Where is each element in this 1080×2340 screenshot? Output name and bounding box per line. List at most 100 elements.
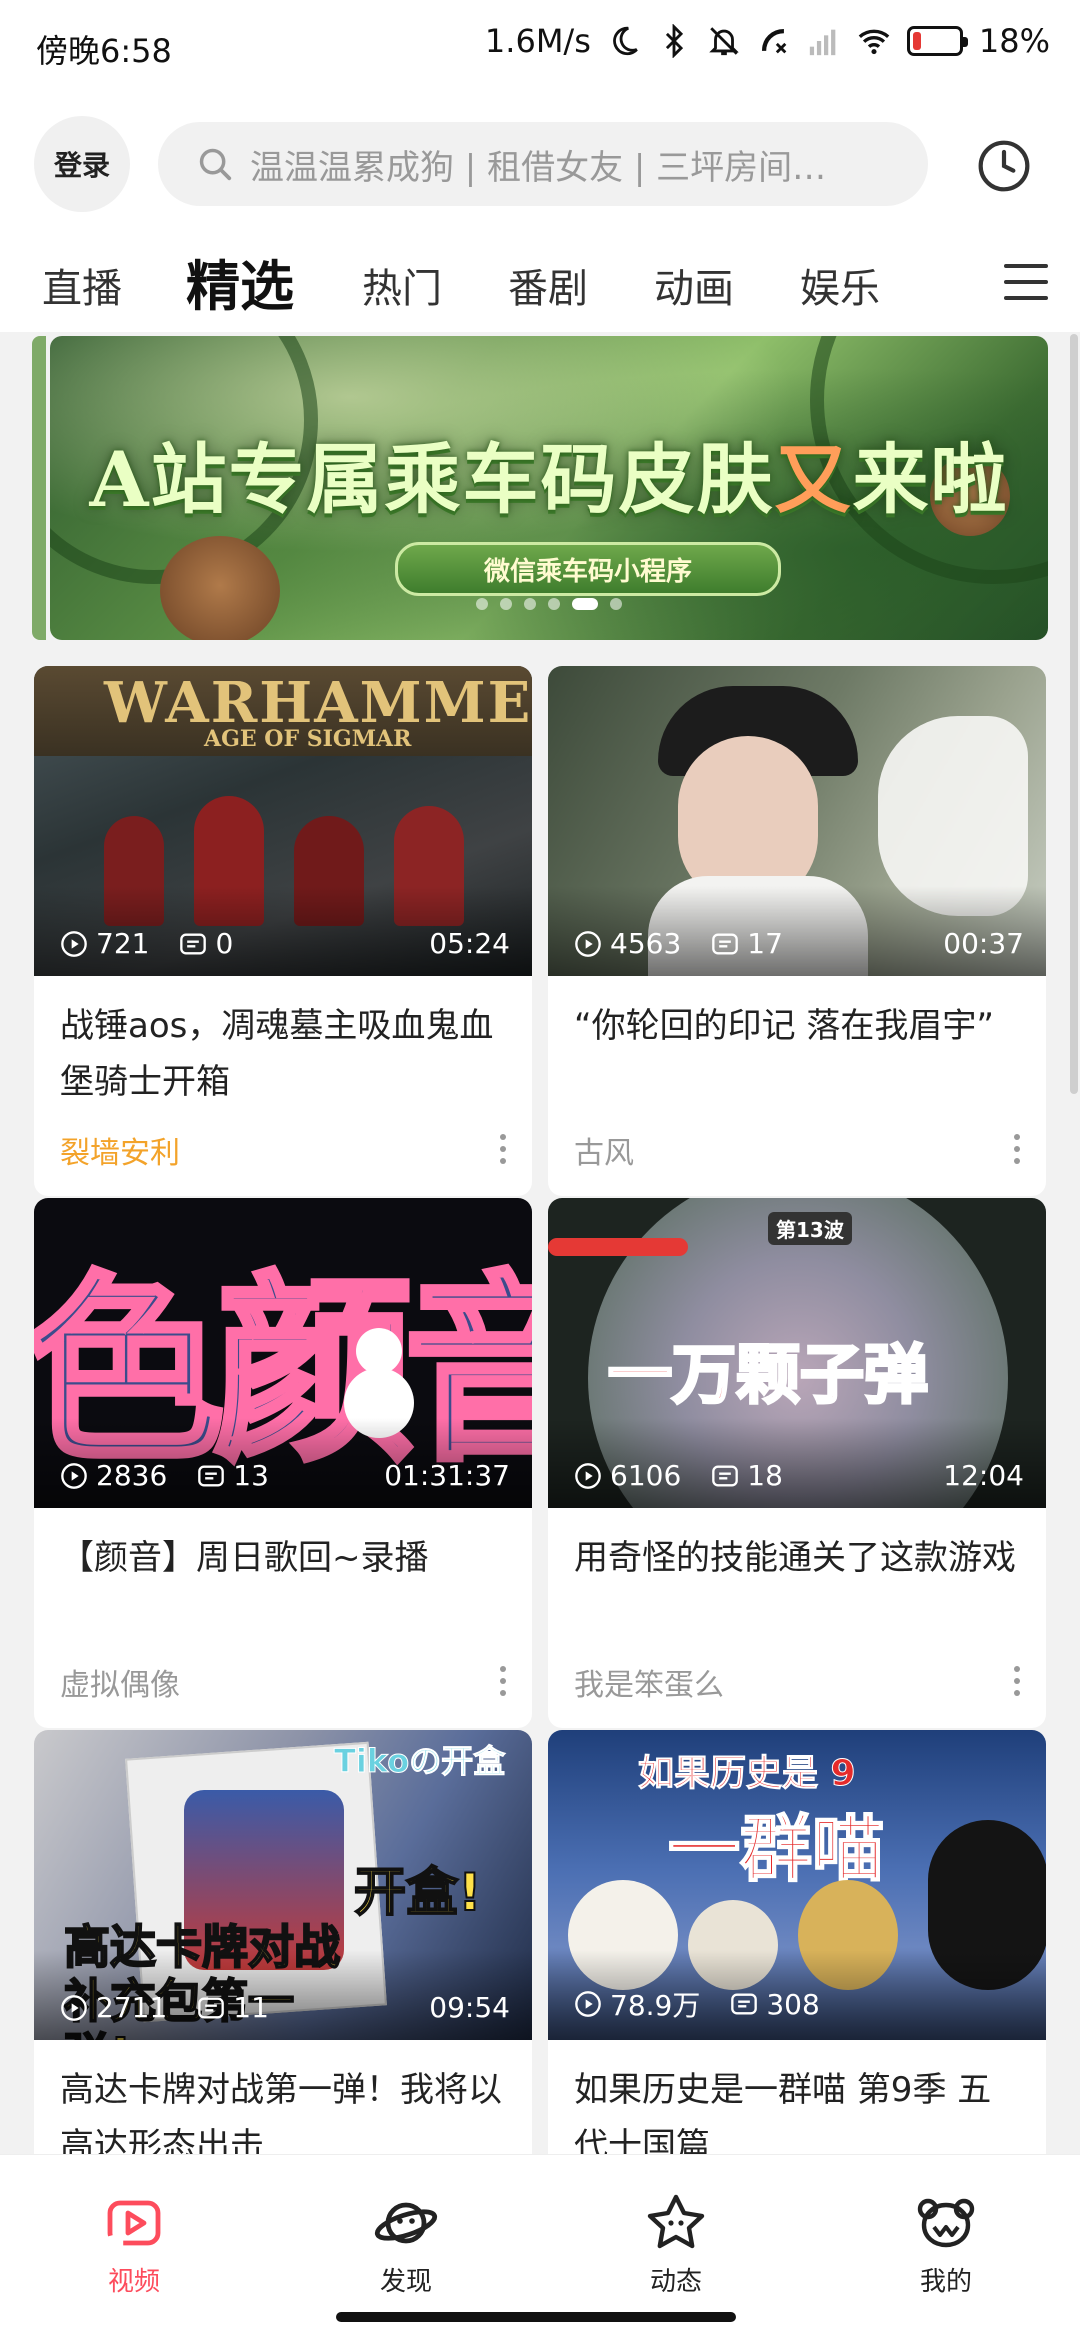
video-icon — [107, 2200, 161, 2246]
danmaku-icon — [198, 1997, 225, 2018]
danmaku-count: 13 — [233, 1459, 269, 1492]
video-stats: 6106 18 — [574, 1459, 783, 1492]
tab-animation[interactable]: 动画 — [654, 256, 734, 314]
play-count-icon — [61, 1462, 87, 1489]
battery-level — [912, 32, 921, 50]
play-count-icon — [61, 930, 87, 957]
scrollbar[interactable] — [1070, 334, 1078, 1094]
battery-icon — [906, 26, 968, 56]
banner-dot[interactable] — [524, 598, 536, 610]
video-title: 【颜音】周日歌回~录播 — [60, 1538, 429, 1578]
wifi-icon — [858, 29, 890, 55]
home-indicator[interactable] — [336, 2312, 736, 2322]
nav-label: 视频 — [107, 2267, 160, 2297]
menu-icon[interactable] — [1004, 264, 1048, 304]
tab-anime-series[interactable]: 番剧 — [508, 256, 588, 314]
play-count-icon — [575, 1462, 601, 1489]
moon-icon — [613, 26, 638, 56]
view-count: 2836 — [96, 1459, 168, 1492]
call-blocked-icon — [761, 28, 787, 54]
category-tabs: 直播 精选 热门 番剧 动画 娱乐 — [0, 232, 1080, 332]
nav-feed[interactable]: 动态 — [606, 2191, 746, 2298]
search-placeholder: 温温温累成狗 | 租借女友 | 三坪房间… — [250, 147, 827, 188]
banner-title: A站专属乘车码皮肤又来啦 — [50, 418, 1048, 528]
network-speed: 1.6M/s — [484, 22, 591, 60]
status-bar: 傍晚6:58 1.6M/s 18% — [0, 0, 1080, 96]
banner-pagination — [50, 598, 1048, 610]
banner-dot[interactable] — [548, 598, 560, 610]
play-count-icon — [575, 1991, 601, 2017]
video-stats: 4563 17 — [574, 927, 783, 960]
more-options-icon[interactable] — [500, 1134, 508, 1168]
video-card[interactable]: 色颜音 2836 13 01:31:37 【颜音】周日歌回~录播 虚拟偶像 — [34, 1198, 532, 1728]
video-card[interactable]: 如果历史是 9 一群喵 78.9万 308 如果历史是一群喵 第9季 五代十国篇 — [548, 1730, 1046, 2174]
signal-icon — [809, 29, 836, 56]
view-count: 2711 — [96, 1991, 168, 2024]
tab-hot[interactable]: 热门 — [362, 256, 442, 314]
promo-banner[interactable]: A站专属乘车码皮肤又来啦 微信乘车码小程序 — [50, 336, 1048, 640]
banner-dot-active[interactable] — [572, 598, 598, 610]
status-icons: 1.6M/s 18% — [485, 22, 1050, 60]
more-options-icon[interactable] — [1014, 1666, 1022, 1700]
video-duration: 00:37 — [943, 927, 1024, 960]
status-time: 傍晚6:58 — [36, 32, 172, 70]
tab-label: 番剧 — [508, 266, 588, 312]
thumbnail-subtext: 如果历史是 9 — [638, 1753, 857, 1795]
tab-entertainment[interactable]: 娱乐 — [800, 256, 880, 314]
tab-label: 精选 — [186, 255, 294, 318]
view-count: 78.9万 — [610, 1989, 701, 2022]
banner-subtitle: 微信乘车码小程序 — [395, 542, 781, 596]
video-card[interactable]: 4563 17 00:37 “你轮回的印记 落在我眉宇” 古风 — [548, 666, 1046, 1196]
danmaku-count: 18 — [747, 1459, 783, 1492]
search-bar[interactable]: 温温温累成狗 | 租借女友 | 三坪房间… — [158, 122, 928, 206]
history-clock-icon[interactable] — [976, 138, 1032, 194]
play-count-icon — [61, 1994, 87, 2021]
danmaku-icon — [731, 1993, 758, 2015]
nav-video[interactable]: 视频 — [64, 2191, 204, 2298]
login-button[interactable]: 登录 — [34, 116, 130, 212]
nav-label: 动态 — [649, 2267, 702, 2297]
banner-monkey — [160, 536, 280, 640]
video-card[interactable]: WARHAMMER AGE OF SIGMAR 721 0 05:24 战锤ao… — [34, 666, 532, 1196]
video-card[interactable]: 第13波 一万颗子弹 6106 18 12:04 用奇怪的技能通关了这款游戏 我… — [548, 1198, 1046, 1728]
view-count: 6106 — [610, 1459, 682, 1492]
danmaku-count: 11 — [233, 1991, 269, 2024]
danmaku-icon — [198, 1465, 225, 1486]
banner-dot[interactable] — [610, 598, 622, 610]
tab-live[interactable]: 直播 — [42, 256, 122, 314]
video-tag[interactable]: 古风 — [574, 1128, 634, 1172]
tabs-fade — [940, 252, 980, 312]
tab-label: 娱乐 — [800, 266, 880, 312]
tab-label: 热门 — [362, 266, 442, 312]
banner-previous-peek[interactable] — [32, 336, 46, 640]
play-count-icon — [575, 930, 601, 957]
more-options-icon[interactable] — [1014, 1134, 1022, 1168]
nav-discover[interactable]: 发现 — [336, 2191, 476, 2298]
thumbnail-text: 一万颗子弹 — [607, 1338, 930, 1415]
danmaku-icon — [180, 933, 207, 954]
tab-featured[interactable]: 精选 — [182, 242, 294, 321]
battery-percent: 18% — [978, 22, 1050, 60]
thumbnail-subtext: 开盒! — [353, 1862, 483, 1924]
tab-label: 动画 — [654, 266, 734, 312]
video-tag[interactable]: 虚拟偶像 — [60, 1660, 180, 1704]
video-duration: 05:24 — [429, 927, 510, 960]
video-stats: 2711 11 — [60, 1991, 269, 2024]
banner-dot[interactable] — [476, 598, 488, 610]
more-options-icon[interactable] — [500, 1666, 508, 1700]
card-footer: 裂墙安利 — [34, 1110, 532, 1196]
video-thumbnail: Tikoの开盒 开盒! 高达卡牌对战补充包第一弹! 2711 11 09:54 — [34, 1730, 532, 2040]
video-stats: 2836 13 — [60, 1459, 269, 1492]
banner-title-highlight: 又 — [774, 435, 853, 524]
nav-me[interactable]: 我的 — [876, 2191, 1016, 2298]
video-stats: 78.9万 308 — [574, 1984, 820, 2024]
video-thumbnail: 第13波 一万颗子弹 6106 18 12:04 — [548, 1198, 1046, 1508]
star-face-icon — [647, 2194, 705, 2249]
planet-icon — [374, 2202, 438, 2244]
banner-dot[interactable] — [500, 598, 512, 610]
video-thumbnail: 4563 17 00:37 — [548, 666, 1046, 976]
video-thumbnail: 如果历史是 9 一群喵 78.9万 308 — [548, 1730, 1046, 2040]
video-tag[interactable]: 裂墙安利 — [60, 1128, 180, 1172]
video-card[interactable]: Tikoの开盒 开盒! 高达卡牌对战补充包第一弹! 2711 11 09:54 … — [34, 1730, 532, 2174]
video-tag[interactable]: 我是笨蛋么 — [574, 1660, 724, 1704]
